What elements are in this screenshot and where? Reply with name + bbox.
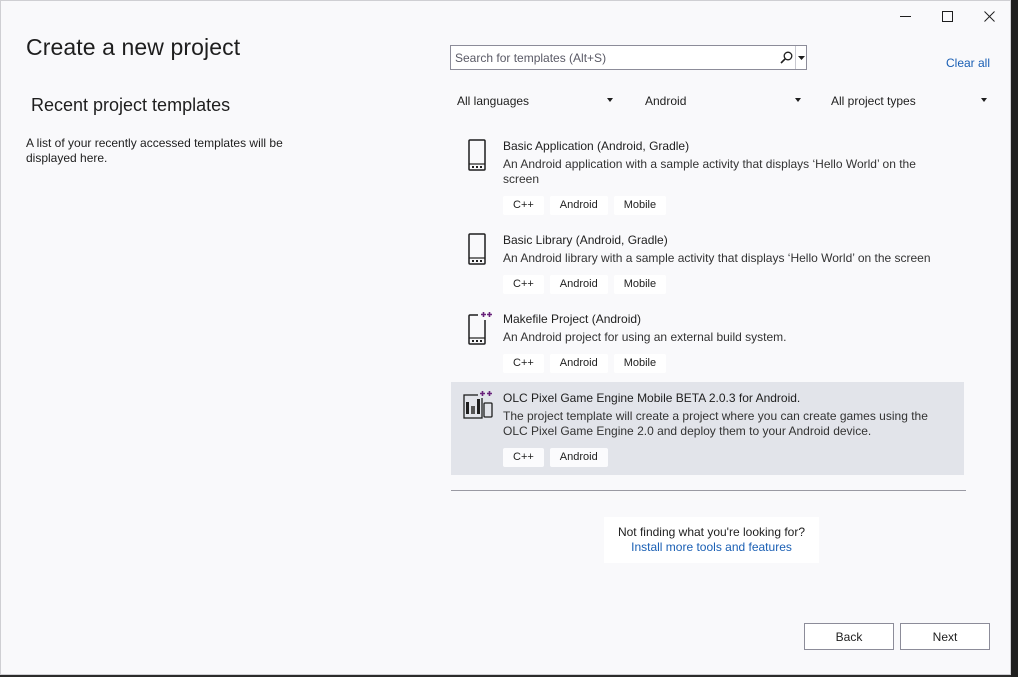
template-title: Basic Application (Android, Gradle) [503,139,690,153]
tag-platform: Android [549,448,608,467]
template-description: An Android application with a sample act… [503,157,916,186]
close-icon [983,10,995,22]
chevron-down-icon [795,98,801,102]
game-engine-cpp-icon [463,390,494,419]
tag-language: C++ [503,196,544,215]
back-button[interactable]: Back [804,623,894,650]
mobile-device-icon [468,139,486,171]
template-title: Basic Library (Android, Gradle) [503,233,668,247]
mobile-cpp-icon [468,311,492,345]
tag-project-type: Mobile [613,275,667,294]
chevron-down-icon [607,98,613,102]
maximize-icon [941,10,953,22]
template-tags: C++ Android Mobile [503,196,667,215]
tag-platform: Android [549,354,608,373]
template-tags: C++ Android Mobile [503,354,667,373]
recent-templates-empty-text: A list of your recently accessed templat… [26,136,283,165]
search-dropdown-button[interactable] [795,46,806,69]
template-item-olc-pixel-game-engine[interactable]: OLC Pixel Game Engine Mobile BETA 2.0.3 … [451,382,964,475]
not-finding-panel: Not finding what you're looking for? Ins… [604,517,819,563]
template-item-makefile-project[interactable]: Makefile Project (Android) An Android pr… [451,304,964,380]
tag-language: C++ [503,275,544,294]
page-title: Create a new project [26,34,241,60]
chevron-down-icon [981,98,987,102]
background-window-edge [1011,0,1018,677]
platform-filter-value: Android [645,94,687,108]
platform-filter[interactable]: Android [645,91,801,111]
template-tags: C++ Android Mobile [503,275,667,294]
language-filter[interactable]: All languages [457,91,613,111]
recent-templates-heading: Recent project templates [31,95,231,115]
tag-platform: Android [549,196,608,215]
tag-project-type: Mobile [613,354,667,373]
next-button[interactable]: Next [900,623,990,650]
template-description: An Android project for using an external… [503,330,787,344]
search-icon[interactable] [777,46,795,69]
template-title: Makefile Project (Android) [503,312,642,326]
minimize-icon [899,15,911,17]
tag-language: C++ [503,354,544,373]
search-input[interactable] [451,46,777,69]
tag-project-type: Mobile [613,196,667,215]
window-controls [884,1,1010,31]
maximize-button[interactable] [926,1,968,31]
create-project-window: Create a new project Recent project temp… [0,0,1011,675]
template-item-basic-library[interactable]: Basic Library (Android, Gradle) An Andro… [451,225,964,301]
project-type-filter[interactable]: All project types [831,91,987,111]
tag-platform: Android [549,275,608,294]
not-finding-question: Not finding what you're looking for? [617,525,806,539]
list-divider [451,490,966,491]
tag-language: C++ [503,448,544,467]
chevron-down-icon [797,55,805,60]
template-search-box[interactable] [450,45,807,70]
template-title: OLC Pixel Game Engine Mobile BETA 2.0.3 … [503,391,801,405]
template-description: An Android library with a sample activit… [503,251,931,265]
project-type-filter-value: All project types [831,94,916,108]
close-button[interactable] [968,1,1010,31]
template-item-basic-application[interactable]: Basic Application (Android, Gradle) An A… [451,131,964,221]
clear-all-link[interactable]: Clear all [946,56,990,70]
mobile-device-icon [468,233,486,265]
template-tags: C++ Android [503,448,608,467]
install-more-tools-link[interactable]: Install more tools and features [604,540,819,555]
template-description: The project template will create a proje… [503,409,928,438]
language-filter-value: All languages [457,94,530,108]
minimize-button[interactable] [884,1,926,31]
